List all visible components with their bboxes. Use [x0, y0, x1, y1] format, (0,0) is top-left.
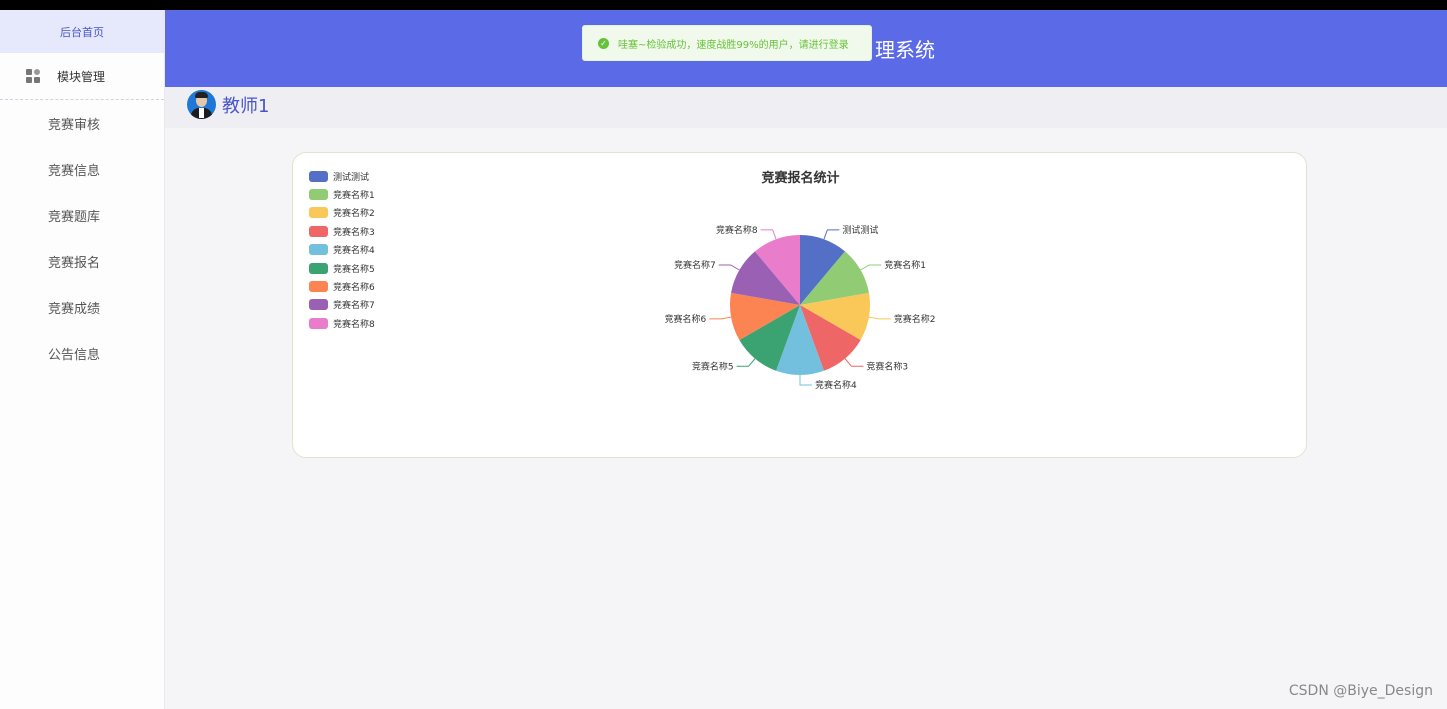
- pie-slice-label: 测试测试: [842, 224, 878, 236]
- pie-label-line: [844, 358, 864, 367]
- pie-label-line: [736, 358, 756, 367]
- sidebar-item-registration[interactable]: 竞赛报名: [0, 238, 164, 284]
- sidebar-item-announcements[interactable]: 公告信息: [0, 330, 164, 376]
- pie-slice-label: 竞赛名称4: [815, 379, 857, 391]
- pie-slice-label: 竞赛名称5: [692, 360, 734, 372]
- sidebar-home-label: 后台首页: [60, 25, 104, 39]
- module-grid-icon: [26, 68, 41, 84]
- pie-slice-label: 竞赛名称7: [674, 259, 716, 271]
- user-avatar[interactable]: [187, 90, 216, 119]
- pie-label-line: [760, 229, 777, 240]
- user-name[interactable]: 教师1: [222, 92, 269, 118]
- pie-slice-label: 竞赛名称3: [866, 360, 908, 372]
- sidebar-item-question-bank[interactable]: 竞赛题库: [0, 192, 164, 238]
- sidebar-item-label: 竞赛信息: [48, 163, 101, 179]
- user-bar: 教师1: [165, 87, 1447, 128]
- sidebar: 后台首页 模块管理 竞赛审核 竞赛信息 竞赛题库 竞赛报名 竞赛成绩 公告信息: [0, 10, 165, 709]
- pie-label-line: [860, 264, 882, 271]
- sidebar-home-link[interactable]: 后台首页: [0, 10, 164, 53]
- sidebar-item-label: 竞赛审核: [48, 117, 101, 133]
- sidebar-module-label: 模块管理: [57, 69, 106, 84]
- sidebar-item-competition-review[interactable]: 竞赛审核: [0, 100, 164, 146]
- success-toast: ✓ 哇塞~检验成功，速度战胜99%的用户，请进行登录: [582, 25, 872, 61]
- pie-slice-label: 竞赛名称2: [894, 313, 936, 325]
- sidebar-item-results[interactable]: 竞赛成绩: [0, 284, 164, 330]
- success-check-icon: ✓: [598, 37, 609, 49]
- sidebar-item-label: 竞赛成绩: [48, 301, 101, 317]
- pie-label-line: [823, 229, 840, 240]
- watermark: CSDN @Biye_Design: [1288, 683, 1433, 699]
- pie-slice-label: 竞赛名称8: [716, 224, 758, 236]
- sidebar-item-competition-info[interactable]: 竞赛信息: [0, 146, 164, 192]
- toast-message: 哇塞~检验成功，速度战胜99%的用户，请进行登录: [618, 39, 849, 51]
- sidebar-module-menu[interactable]: 模块管理: [0, 53, 164, 100]
- pie-slice-label: 竞赛名称1: [884, 259, 926, 271]
- pie-label-line: [799, 375, 812, 386]
- sidebar-item-label: 公告信息: [48, 347, 101, 363]
- pie-label-line: [709, 316, 732, 320]
- chart-card: 测试测试竞赛名称1 竞赛名称2 竞赛名称3 竞赛名称4 竞赛名称5 竞赛名称6 竞赛名称7 竞…: [292, 152, 1307, 458]
- sidebar-item-label: 竞赛题库: [48, 209, 101, 225]
- pie-chart: 测试测试竞赛名称1 竞赛名称2 竞赛名称3 竞赛名称4 竞赛名称5 竞赛名称6 竞赛名称7 竞…: [664, 224, 936, 391]
- sidebar-item-label: 竞赛报名: [48, 255, 101, 271]
- pie-label-line: [868, 316, 891, 320]
- window-top-bar: [0, 0, 1447, 10]
- system-title: 理系统: [875, 38, 935, 62]
- pie-label-line: [718, 264, 740, 271]
- pie-slice-label: 竞赛名称6: [664, 313, 706, 325]
